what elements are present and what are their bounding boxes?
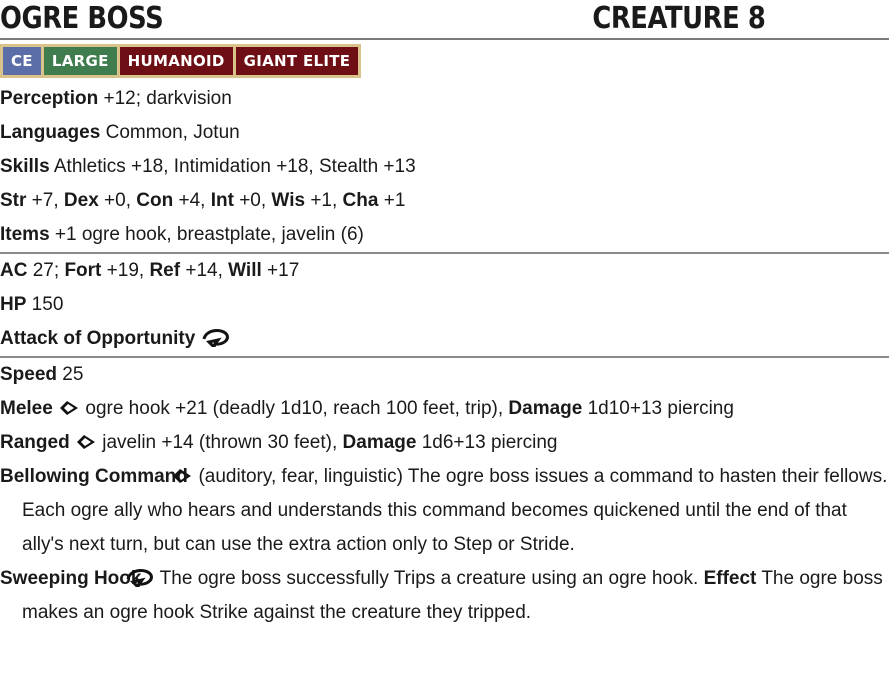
ranged-damage-label: Damage <box>342 432 417 454</box>
melee-line: Melee ogre hook +21 (deadly 1d10, reach … <box>0 392 889 426</box>
languages-value: Common, Jotun <box>100 122 240 143</box>
languages-label: Languages <box>0 122 101 143</box>
melee-label[interactable]: Melee <box>0 398 53 419</box>
items-value: +1 ogre hook, breastplate, javelin (6) <box>49 224 364 245</box>
header-divider <box>0 38 889 40</box>
skills-value: Athletics +18, Intimidation +18, Stealth… <box>49 156 416 177</box>
trait-giant-elite[interactable]: GIANT ELITE <box>235 47 359 75</box>
creature-name: OGRE BOSS <box>0 1 164 36</box>
attack-of-opportunity-line: Attack of Opportunity <box>0 322 889 356</box>
sweeping-hook-entry: Sweeping Hook The ogre boss successfully… <box>0 562 889 630</box>
sweeping-hook-text: The ogre boss successfully Trips a creat… <box>154 568 704 590</box>
skills-line: Skills Athletics +18, Intimidation +18, … <box>0 150 889 184</box>
trait-size[interactable]: LARGE <box>43 47 117 75</box>
ranged-line: Ranged javelin +14 (thrown 30 feet), Dam… <box>0 426 889 460</box>
speed-label: Speed <box>0 364 58 386</box>
reaction-icon <box>126 562 155 596</box>
ac-label: AC <box>0 260 28 281</box>
will-label: Will <box>228 260 262 281</box>
perception-label: Perception <box>0 88 99 109</box>
perception-value: +12; darkvision <box>98 88 232 109</box>
fort-label: Fort <box>64 260 102 281</box>
items-label: Items <box>0 224 50 245</box>
str-value: +7, <box>26 190 64 211</box>
wis-label: Wis <box>271 190 306 211</box>
items-line: Items +1 ogre hook, breastplate, javelin… <box>0 218 889 252</box>
stat-block-header: OGRE BOSS CREATURE 8 <box>0 0 889 38</box>
hp-label: HP <box>0 294 27 315</box>
wis-value: +1, <box>305 190 343 211</box>
trait-humanoid[interactable]: HUMANOID <box>119 47 233 75</box>
int-value: +0, <box>233 190 272 211</box>
single-action-icon <box>58 392 80 426</box>
attack-of-opportunity-label[interactable]: Attack of Opportunity <box>0 328 195 349</box>
cha-value: +1 <box>378 190 406 211</box>
single-action-icon <box>75 426 97 460</box>
trait-bar: CE LARGE HUMANOID GIANT ELITE <box>0 44 362 78</box>
ranged-text: javelin +14 (thrown 30 feet), <box>96 432 343 454</box>
stat-block: OGRE BOSS CREATURE 8 CE LARGE HUMANOID G… <box>0 0 889 630</box>
melee-text: ogre hook +21 (deadly 1d10, reach 100 fe… <box>80 398 509 420</box>
hp-line: HP 150 <box>0 288 889 322</box>
effect-label: Effect <box>703 568 757 590</box>
reaction-icon <box>201 322 231 356</box>
languages-line: Languages Common, Jotun <box>0 116 889 150</box>
defense-line: AC 27; Fort +19, Ref +14, Will +17 <box>0 254 889 288</box>
perception-line: Perception +12; darkvision <box>0 82 889 116</box>
sweeping-hook-label[interactable]: Sweeping Hook <box>0 568 141 589</box>
dex-value: +0, <box>98 190 137 211</box>
melee-damage-label: Damage <box>508 398 583 420</box>
str-label: Str <box>0 190 27 211</box>
ranged-damage-value: 1d6+13 piercing <box>416 432 558 454</box>
con-value: +4, <box>173 190 211 211</box>
skills-label: Skills <box>0 156 50 177</box>
ability-scores-line: Str +7, Dex +0, Con +4, Int +0, Wis +1, … <box>0 184 889 218</box>
ref-label: Ref <box>149 260 181 281</box>
speed-line: Speed 25 <box>0 358 889 392</box>
cha-label: Cha <box>342 190 379 211</box>
ac-value: 27; <box>27 260 65 281</box>
hp-value: 150 <box>26 294 64 315</box>
will-value: +17 <box>261 260 300 281</box>
dex-label: Dex <box>63 190 99 211</box>
creature-level: CREATURE 8 <box>592 1 766 36</box>
bellowing-command-entry: Bellowing Command (auditory, fear, lingu… <box>0 460 889 562</box>
int-label: Int <box>210 190 234 211</box>
con-label: Con <box>136 190 174 211</box>
melee-damage-value: 1d10+13 piercing <box>582 398 734 420</box>
trait-alignment[interactable]: CE <box>3 47 41 75</box>
ranged-label[interactable]: Ranged <box>0 432 70 453</box>
fort-value: +19, <box>101 260 150 281</box>
ref-value: +14, <box>180 260 229 281</box>
bellowing-command-label[interactable]: Bellowing Command <box>0 466 188 487</box>
speed-value: 25 <box>57 364 84 386</box>
